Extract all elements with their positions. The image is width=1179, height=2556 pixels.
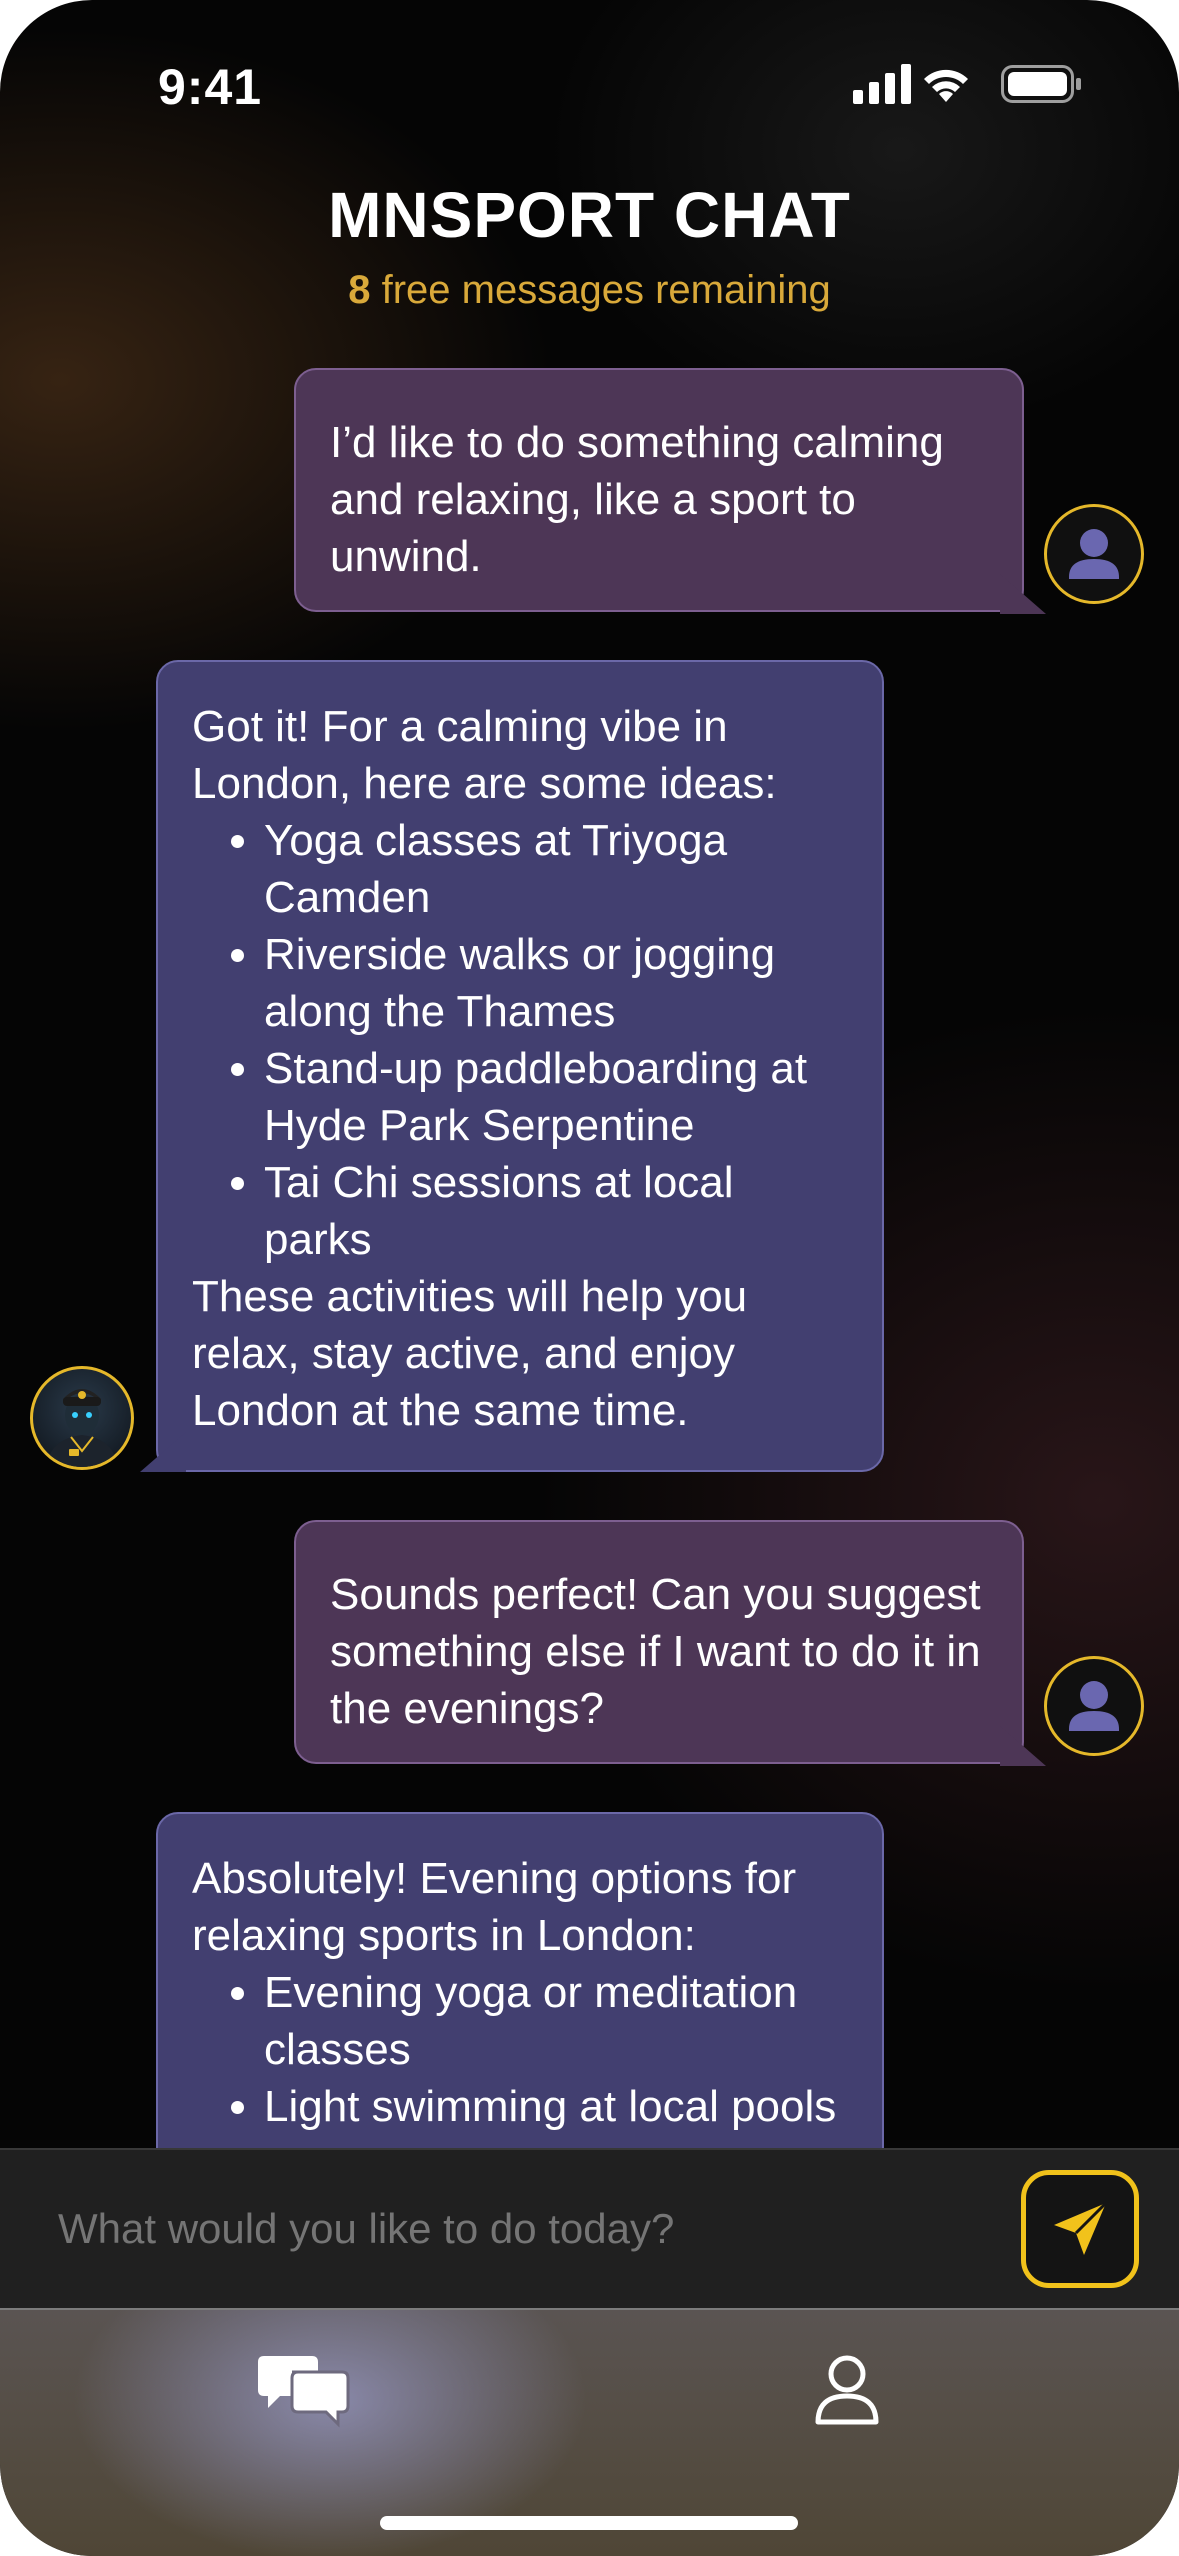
- message-composer: [0, 2148, 1179, 2310]
- assistant-avatar: [30, 1366, 134, 1470]
- status-time: 9:41: [158, 59, 263, 115]
- message-text: Sounds perfect! Can you suggest somethin…: [330, 1570, 981, 1733]
- message-text: I’d like to do something calming and rel…: [330, 418, 944, 581]
- wifi-icon: [924, 69, 968, 102]
- battery-icon: [1001, 65, 1081, 103]
- list-item: Stand-up paddleboarding at Hyde Park Ser…: [264, 1040, 848, 1154]
- robot-coach-icon: [47, 1389, 117, 1467]
- chat-bubbles-icon: [258, 2356, 350, 2428]
- chat-thread[interactable]: I’d like to do something calming and rel…: [0, 360, 1179, 2148]
- remaining-label: free messages remaining: [381, 268, 831, 312]
- user-message: I’d like to do something calming and rel…: [294, 368, 1024, 612]
- list-item: Yoga classes at Triyoga Camden: [264, 812, 848, 926]
- user-message: Sounds perfect! Can you suggest somethin…: [294, 1520, 1024, 1764]
- message-input[interactable]: [58, 2194, 958, 2264]
- home-indicator: [380, 2516, 798, 2530]
- message-intro: Got it! For a calming vibe in London, he…: [192, 702, 777, 808]
- page-title: MNSPORT CHAT: [328, 179, 851, 251]
- list-item: Tai Chi sessions at local parks: [264, 1154, 848, 1268]
- suggestion-list: Yoga classes at Triyoga Camden Riverside…: [192, 812, 848, 1268]
- tab-chat[interactable]: [258, 2350, 350, 2430]
- signal-icon: [853, 64, 911, 104]
- user-avatar: [1044, 1656, 1144, 1756]
- suggestion-list: Evening yoga or meditation classes Light…: [192, 1964, 848, 2135]
- remaining-count: 8: [348, 268, 371, 312]
- list-item: Light swimming at local pools: [264, 2078, 848, 2135]
- list-item: Riverside walks or jogging along the Tha…: [264, 926, 848, 1040]
- send-icon: [1054, 2201, 1108, 2255]
- assistant-message: Absolutely! Evening options for relaxing…: [156, 1812, 884, 2148]
- message-intro: Absolutely! Evening options for relaxing…: [192, 1854, 797, 1960]
- list-item: Evening yoga or meditation classes: [264, 1964, 848, 2078]
- message-outro: These activities will help you relax, st…: [192, 1272, 748, 1435]
- person-icon: [1069, 1681, 1119, 1731]
- user-avatar: [1044, 504, 1144, 604]
- phone-screen: 9:41 MNSPORT CHAT 8 free messages remain…: [0, 0, 1179, 2556]
- person-icon: [1069, 529, 1119, 579]
- tab-bar: [0, 2310, 1179, 2556]
- profile-icon: [815, 2355, 879, 2425]
- free-messages-remaining: 8 free messages remaining: [0, 268, 1179, 313]
- send-button[interactable]: [1021, 2170, 1139, 2288]
- assistant-message: Got it! For a calming vibe in London, he…: [156, 660, 884, 1472]
- tab-profile[interactable]: [812, 2352, 882, 2426]
